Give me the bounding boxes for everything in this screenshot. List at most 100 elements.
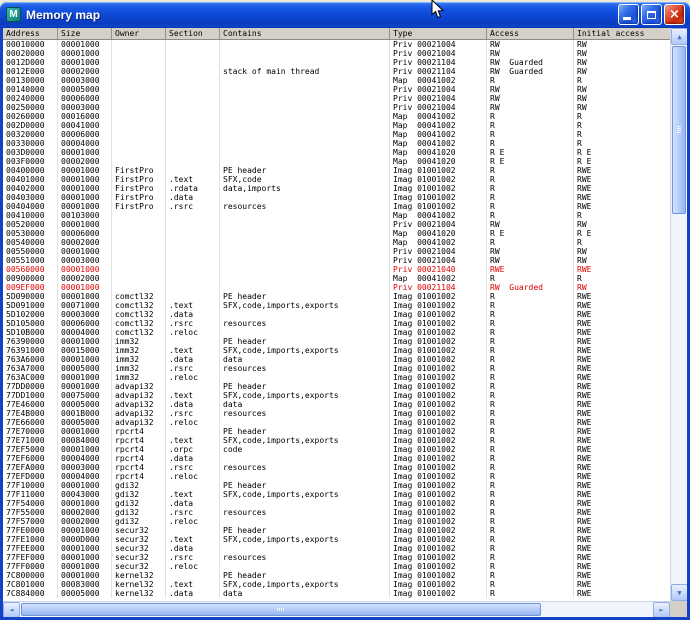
column-header-addr[interactable]: Address: [3, 28, 58, 39]
table-row[interactable]: 0056000000001000Priv 00021040RWERWE: [3, 265, 670, 274]
maximize-button[interactable]: [641, 4, 662, 25]
table-row[interactable]: 0052000000001000Priv 00021004RWRW: [3, 220, 670, 229]
table-row[interactable]: 763A700000005000imm32.rsrcresourcesImag …: [3, 364, 670, 373]
table-row[interactable]: 0040100000001000FirstPro.textSFX,codeIma…: [3, 175, 670, 184]
table-row[interactable]: 77F5500000002000gdi32.rsrcresourcesImag …: [3, 508, 670, 517]
table-row[interactable]: 0002000000001000Priv 00021004RWRW: [3, 49, 670, 58]
table-row[interactable]: 0055100000003000Priv 00021004RWRW: [3, 256, 670, 265]
cell-size: 00004000: [58, 454, 112, 463]
table-row[interactable]: 0025000000003000Priv 00021004RWRW: [3, 103, 670, 112]
table-row[interactable]: 0024000000006000Priv 00021004RWRW: [3, 94, 670, 103]
column-header-owner[interactable]: Owner: [112, 28, 166, 39]
table-row[interactable]: 7C88400000005000kernel32.datadataImag 01…: [3, 589, 670, 598]
column-header-sect[interactable]: Section: [166, 28, 220, 39]
close-button[interactable]: ×: [664, 4, 685, 25]
table-row[interactable]: 003D000000001000Map 00041020R ER E: [3, 148, 670, 157]
column-header-init[interactable]: Initial access: [574, 28, 670, 39]
cell-addr: 5D091000: [3, 301, 58, 310]
table-row[interactable]: 763A600000001000imm32.datadataImag 01001…: [3, 355, 670, 364]
scroll-right-button[interactable]: ►: [653, 602, 670, 617]
table-row[interactable]: 0014000000005000Priv 00021004RWRW: [3, 85, 670, 94]
table-row[interactable]: 77EF600000004000rpcrt4.dataImag 01001002…: [3, 454, 670, 463]
table-row[interactable]: 5D10500000006000comctl32.rsrcresourcesIm…: [3, 319, 670, 328]
table-row[interactable]: 77F1100000043000gdi32.textSFX,code,impor…: [3, 490, 670, 499]
cell-acc: R: [487, 526, 574, 535]
table-row[interactable]: 002D000000041000Map 00041002RR: [3, 121, 670, 130]
table-row[interactable]: 7C80100000083000kernel32.textSFX,code,im…: [3, 580, 670, 589]
table-row[interactable]: 0054000000002000Map 00041002RR: [3, 238, 670, 247]
table-row[interactable]: 7C80000000001000kernel32PE headerImag 01…: [3, 571, 670, 580]
table-row[interactable]: 77EFA00000003000rpcrt4.rsrcresourcesImag…: [3, 463, 670, 472]
table-row[interactable]: 77F1000000001000gdi32PE headerImag 01001…: [3, 481, 670, 490]
table-row[interactable]: 0040400000001000FirstPro.rsrcresourcesIm…: [3, 202, 670, 211]
title-bar[interactable]: M Memory map ×: [0, 2, 690, 28]
cell-sect: [166, 166, 220, 175]
table-row[interactable]: 77F5400000001000gdi32.dataImag 01001002R…: [3, 499, 670, 508]
window-icon[interactable]: M: [6, 7, 21, 22]
table-row[interactable]: 77FE000000001000secur32PE headerImag 010…: [3, 526, 670, 535]
cell-type: Priv 00021004: [390, 247, 487, 256]
table-row[interactable]: 5D09100000071000comctl32.textSFX,code,im…: [3, 301, 670, 310]
table-row[interactable]: 77FF000000001000secur32.relocImag 010010…: [3, 562, 670, 571]
table-row[interactable]: 0040000000001000FirstProPE headerImag 01…: [3, 166, 670, 175]
cell-sect: .reloc: [166, 562, 220, 571]
vertical-scroll-thumb[interactable]: [672, 46, 686, 214]
table-row[interactable]: 0041000000103000Map 00041002RR: [3, 211, 670, 220]
table-row[interactable]: 0013000000003000Map 00041002RR: [3, 76, 670, 85]
scroll-down-button[interactable]: ▼: [671, 584, 687, 601]
cell-sect: [166, 427, 220, 436]
table-row[interactable]: 77FEE00000001000secur32.dataImag 0100100…: [3, 544, 670, 553]
table-row[interactable]: 77E6600000005000advapi32.relocImag 01001…: [3, 418, 670, 427]
column-header-type[interactable]: Type: [390, 28, 487, 39]
table-row[interactable]: 77FEF00000001000secur32.rsrcresourcesIma…: [3, 553, 670, 562]
cell-addr: 77DD1000: [3, 391, 58, 400]
table-row[interactable]: 0001000000001000Priv 00021004RWRW: [3, 40, 670, 49]
table-row[interactable]: 0053000000006000Map 00041020R ER E: [3, 229, 670, 238]
horizontal-scroll-thumb[interactable]: [21, 603, 541, 616]
cell-owner: [112, 103, 166, 112]
table-row[interactable]: 5D10200000003000comctl32.dataImag 010010…: [3, 310, 670, 319]
table-row[interactable]: 0012D00000001000Priv 00021104RW GuardedR…: [3, 58, 670, 67]
table-row[interactable]: 77DD000000001000advapi32PE headerImag 01…: [3, 382, 670, 391]
cell-acc: R: [487, 490, 574, 499]
table-row[interactable]: 7639000000001000imm32PE headerImag 01001…: [3, 337, 670, 346]
cell-addr: 763A6000: [3, 355, 58, 364]
table-row[interactable]: 77F5700000002000gdi32.relocImag 01001002…: [3, 517, 670, 526]
table-row[interactable]: 0090000000002000Map 00041002RR: [3, 274, 670, 283]
column-header-acc[interactable]: Access: [487, 28, 574, 39]
vertical-scrollbar[interactable]: ▲ ▼: [670, 28, 687, 601]
table-row[interactable]: 5D10B00000004000comctl32.relocImag 01001…: [3, 328, 670, 337]
table-row[interactable]: 003F000000002000Map 00041020R ER E: [3, 157, 670, 166]
table-row[interactable]: 77E4B0000001B000advapi32.rsrcresourcesIm…: [3, 409, 670, 418]
table-row[interactable]: 77FE10000000D000secur32.textSFX,code,imp…: [3, 535, 670, 544]
table-row[interactable]: 0040300000001000FirstPro.dataImag 010010…: [3, 193, 670, 202]
cell-init: R: [574, 274, 670, 283]
minimize-button[interactable]: [618, 4, 639, 25]
cell-addr: 00410000: [3, 211, 58, 220]
table-row[interactable]: 009EF00000001000Priv 00021104RW GuardedR…: [3, 283, 670, 292]
scroll-up-button[interactable]: ▲: [671, 28, 687, 45]
cell-sect: [166, 283, 220, 292]
table-row[interactable]: 0012E00000002000stack of main threadPriv…: [3, 67, 670, 76]
table-row[interactable]: 5D09000000001000comctl32PE headerImag 01…: [3, 292, 670, 301]
column-header-cont[interactable]: Contains: [220, 28, 390, 39]
table-row[interactable]: 77E7000000001000rpcrt4PE headerImag 0100…: [3, 427, 670, 436]
table-row[interactable]: 77DD100000075000advapi32.textSFX,code,im…: [3, 391, 670, 400]
table-row[interactable]: 77EFD00000004000rpcrt4.relocImag 0100100…: [3, 472, 670, 481]
cell-cont: PE header: [220, 526, 390, 535]
table-row[interactable]: 0032000000006000Map 00041002RR: [3, 130, 670, 139]
horizontal-scrollbar[interactable]: ◄ ►: [3, 601, 670, 617]
table-row[interactable]: 77E7100000084000rpcrt4.textSFX,code,impo…: [3, 436, 670, 445]
table-row[interactable]: 7639100000015000imm32.textSFX,code,impor…: [3, 346, 670, 355]
column-header-size[interactable]: Size: [58, 28, 112, 39]
table-row[interactable]: 77EF500000001000rpcrt4.orpccodeImag 0100…: [3, 445, 670, 454]
cell-acc: R: [487, 517, 574, 526]
table-row[interactable]: 0033000000004000Map 00041002RR: [3, 139, 670, 148]
table-row[interactable]: 0040200000001000FirstPro.rdatadata,impor…: [3, 184, 670, 193]
cell-size: 00075000: [58, 391, 112, 400]
table-row[interactable]: 77E4600000005000advapi32.datadataImag 01…: [3, 400, 670, 409]
table-row[interactable]: 0026000000016000Map 00041002RR: [3, 112, 670, 121]
scroll-left-button[interactable]: ◄: [3, 602, 20, 617]
table-row[interactable]: 0055000000001000Priv 00021004RWRW: [3, 247, 670, 256]
table-row[interactable]: 763AC00000001000imm32.relocImag 01001002…: [3, 373, 670, 382]
